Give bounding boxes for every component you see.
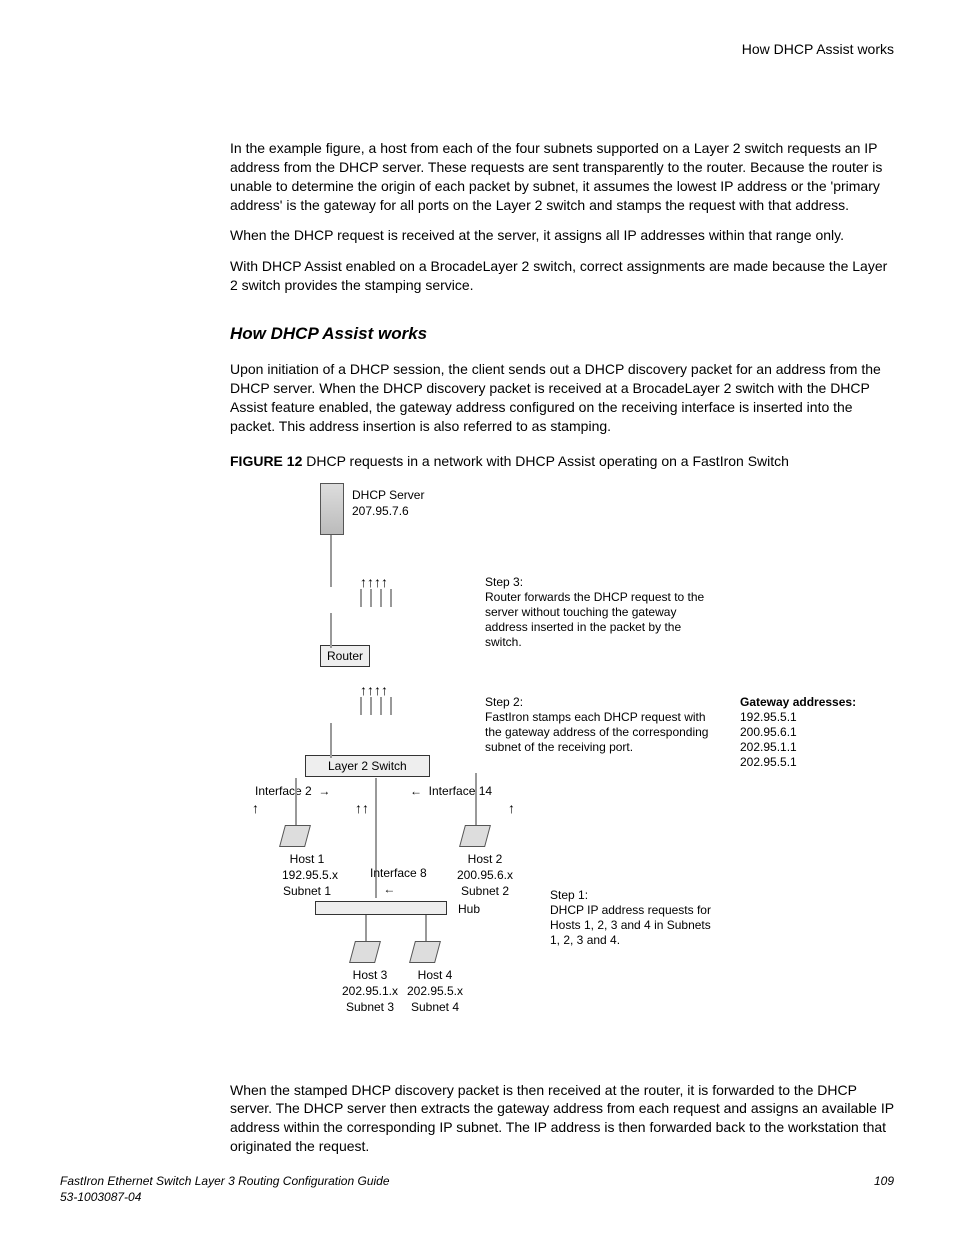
step1-text: Step 1: DHCP IP address requests for Hos… [550,888,720,948]
arrows-up-icon: ↑↑↑↑ [360,683,388,697]
arrows-up-icon: ↑↑ [355,801,369,815]
interface-2-label: Interface 2 → [255,783,330,799]
figure-caption: FIGURE 12 DHCP requests in a network wit… [230,452,894,471]
host1-label: Host 1 192.95.5.x Subnet 1 [282,851,332,900]
router-label: Router [320,645,370,667]
page-footer: FastIron Ethernet Switch Layer 3 Routing… [60,1173,894,1205]
paragraph: Upon initiation of a DHCP session, the c… [230,360,894,436]
host-icon [279,825,311,847]
running-header: How DHCP Assist works [60,40,894,59]
server-icon [320,483,344,535]
interface-14-label: ← Interface 14 [410,783,492,799]
paragraph: When the DHCP request is received at the… [230,226,894,245]
gateway-addresses: Gateway addresses: 192.95.5.1 200.95.6.1… [740,695,856,770]
network-diagram: DHCP Server 207.95.7.6 ↑↑↑↑ Step 3: Rout… [260,483,880,1063]
host-icon [349,941,381,963]
page-number: 109 [874,1173,894,1205]
section-heading: How DHCP Assist works [230,323,894,346]
step3-text: Step 3: Router forwards the DHCP request… [485,575,710,650]
hub-label: Hub [458,901,480,917]
hub-icon [315,901,447,915]
host4-label: Host 4 202.95.5.x Subnet 4 [405,967,465,1016]
paragraph: When the stamped DHCP discovery packet i… [230,1081,894,1157]
server-label: DHCP Server 207.95.7.6 [352,487,424,519]
host2-label: Host 2 200.95.6.x Subnet 2 [455,851,515,900]
host3-label: Host 3 202.95.1.x Subnet 3 [340,967,400,1016]
interface-8-label: Interface 8 ← [370,865,427,897]
footer-docnum: 53-1003087-04 [60,1190,141,1204]
paragraph: In the example figure, a host from each … [230,139,894,215]
paragraph: With DHCP Assist enabled on a BrocadeLay… [230,257,894,295]
arrow-up-icon: ↑ [508,801,515,815]
host-icon [409,941,441,963]
switch-label: Layer 2 Switch [305,755,430,777]
host-icon [459,825,491,847]
step2-text: Step 2: FastIron stamps each DHCP reques… [485,695,710,755]
arrow-up-icon: ↑ [252,801,259,815]
footer-title: FastIron Ethernet Switch Layer 3 Routing… [60,1174,390,1188]
arrows-up-icon: ↑↑↑↑ [360,575,388,589]
